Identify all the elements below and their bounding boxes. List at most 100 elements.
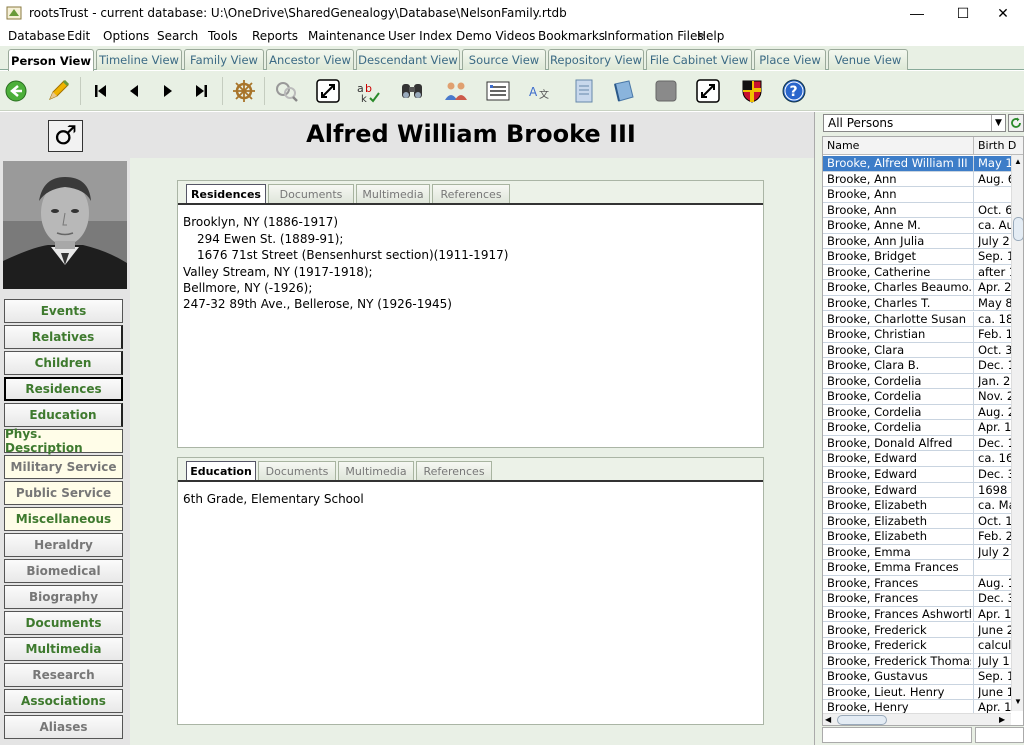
list-item[interactable]: Brooke, Edward ca. 16 xyxy=(823,451,1011,467)
refresh-icon[interactable] xyxy=(1008,114,1024,132)
list-item[interactable]: Brooke, Ann Julia July 2 xyxy=(823,233,1011,250)
person-filter-select[interactable]: All Persons ▼ xyxy=(823,114,1006,132)
document-icon[interactable] xyxy=(568,75,600,107)
nav-research[interactable]: Research xyxy=(4,663,123,687)
scroll-down-icon[interactable]: ▼ xyxy=(1014,697,1022,706)
list-item[interactable]: Brooke, Lieut. Henry June 1 xyxy=(823,684,1011,701)
list-item[interactable]: Brooke, Frederick June 2 xyxy=(823,622,1011,638)
scroll-thumb[interactable] xyxy=(1013,217,1023,241)
list-item[interactable]: Brooke, Clara Oct. 3 xyxy=(823,342,1011,359)
nav-phys-description[interactable]: Phys. Description xyxy=(4,427,123,455)
nav-documents[interactable]: Documents xyxy=(4,611,123,635)
list-item[interactable]: Brooke, Christian Feb. 1 xyxy=(823,327,1011,343)
vertical-scrollbar[interactable]: ▲ ▼ xyxy=(1011,155,1023,711)
tab-ancestor-view[interactable]: Ancestor View xyxy=(266,49,354,70)
shield-icon[interactable] xyxy=(736,75,768,107)
column-header-name[interactable]: Name xyxy=(827,139,859,152)
tab-family-view[interactable]: Family View xyxy=(184,49,264,70)
ship-wheel-icon[interactable] xyxy=(228,75,260,107)
list-item[interactable]: Brooke, Edward Dec. 3 xyxy=(823,467,1011,483)
nav-relatives[interactable]: Relatives xyxy=(4,325,123,349)
list-item[interactable]: Brooke, Emma Frances xyxy=(823,560,1011,576)
menu-options[interactable]: Options xyxy=(103,29,149,43)
menu-reports[interactable]: Reports xyxy=(252,29,298,43)
horizontal-scrollbar[interactable]: ◀ ▶ xyxy=(823,713,1011,725)
menu-help[interactable]: Help xyxy=(697,29,724,43)
spellcheck-icon[interactable]: abk xyxy=(352,75,384,107)
nav-aliases[interactable]: Aliases xyxy=(4,715,123,739)
nav-multimedia[interactable]: Multimedia xyxy=(4,637,123,661)
tab-place-view[interactable]: Place View xyxy=(754,49,826,70)
menu-demo-videos[interactable]: Demo Videos xyxy=(456,29,535,43)
nav-military-service[interactable]: Military Service xyxy=(4,455,123,479)
list-item[interactable]: Brooke, Elizabeth Oct. 1 xyxy=(823,513,1011,530)
list-item[interactable]: Brooke, Charles Beaumo... Apr. 2 xyxy=(823,280,1011,296)
sex-male-icon[interactable]: ♂ xyxy=(48,120,83,152)
expand-icon[interactable] xyxy=(312,75,344,107)
tab-timeline-view[interactable]: Timeline View xyxy=(96,49,182,70)
list-item[interactable]: Brooke, Elizabeth ca. Ma xyxy=(823,498,1011,514)
translate-icon[interactable]: A文 xyxy=(524,75,556,107)
nav-associations[interactable]: Associations xyxy=(4,689,123,713)
list-item[interactable]: Brooke, Frances Aug. 1 xyxy=(823,575,1011,592)
pencil-icon[interactable] xyxy=(42,75,74,107)
hscroll-thumb[interactable] xyxy=(837,715,887,725)
residences-text[interactable]: Brooklyn, NY (1886-1917) 294 Ewen St. (1… xyxy=(178,203,763,447)
list-item[interactable]: Brooke, Frances Ashworth Apr. 1 xyxy=(823,606,1011,623)
education-text[interactable]: 6th Grade, Elementary School xyxy=(178,480,763,724)
person-photo[interactable] xyxy=(3,161,127,289)
nav-miscellaneous[interactable]: Miscellaneous xyxy=(4,507,123,531)
list-item[interactable]: Brooke, Frances Dec. 3 xyxy=(823,591,1011,607)
nav-residences[interactable]: Residences xyxy=(4,377,123,401)
close-button[interactable]: ✕ xyxy=(980,0,1024,26)
first-record-icon[interactable] xyxy=(84,75,116,107)
menu-information-files[interactable]: Information Files xyxy=(604,29,704,43)
list-item[interactable]: Brooke, Frederick calcul xyxy=(823,638,1011,654)
help-icon[interactable]: ? xyxy=(778,75,810,107)
tab-venue-view[interactable]: Venue View xyxy=(828,49,908,70)
list-item[interactable]: Brooke, Frederick Thomas July 1 xyxy=(823,653,1011,670)
tab-person-view[interactable]: Person View xyxy=(8,49,94,71)
list-item[interactable]: Brooke, Cordelia Apr. 1 xyxy=(823,420,1011,436)
column-header-birth[interactable]: Birth D xyxy=(978,139,1016,152)
nav-events[interactable]: Events xyxy=(4,299,123,323)
list-item[interactable]: Brooke, Elizabeth Feb. 2 xyxy=(823,529,1011,545)
menu-database[interactable]: Database xyxy=(8,29,65,43)
list-item[interactable]: Brooke, Edward 1698 xyxy=(823,482,1011,499)
list-item[interactable]: Brooke, Emma July 2 xyxy=(823,544,1011,561)
binoculars-icon[interactable] xyxy=(396,75,428,107)
tab-file-cabinet-view[interactable]: File Cabinet View xyxy=(646,49,752,70)
scroll-right-icon[interactable]: ▶ xyxy=(999,715,1005,724)
scroll-left-icon[interactable]: ◀ xyxy=(825,715,831,724)
list-item[interactable]: Brooke, Ann Aug. 6 xyxy=(823,171,1011,188)
nav-biomedical[interactable]: Biomedical xyxy=(4,559,123,583)
list-item[interactable]: Brooke, Catherine after 1 xyxy=(823,264,1011,281)
list-item[interactable]: Brooke, Ann Oct. 6 xyxy=(823,202,1011,219)
list-item[interactable]: Brooke, Cordelia Aug. 2 xyxy=(823,404,1011,421)
gray-square-icon[interactable] xyxy=(650,75,682,107)
chevron-down-icon[interactable]: ▼ xyxy=(991,115,1005,131)
nav-education[interactable]: Education xyxy=(4,403,123,427)
list-item[interactable]: Brooke, Bridget Sep. 1 xyxy=(823,249,1011,265)
menu-edit[interactable]: Edit xyxy=(67,29,90,43)
tab-source-view[interactable]: Source View xyxy=(462,49,546,70)
menu-bookmarks[interactable]: Bookmarks xyxy=(538,29,605,43)
list-icon[interactable] xyxy=(482,75,514,107)
tab-multimedia[interactable]: Multimedia xyxy=(338,461,414,480)
tab-references[interactable]: References xyxy=(416,461,492,480)
list-item[interactable]: Brooke, Alfred William III May 1 xyxy=(823,156,1011,172)
tab-residences[interactable]: Residences xyxy=(186,184,266,203)
list-item[interactable]: Brooke, Gustavus Sep. 1 xyxy=(823,669,1011,685)
tab-references[interactable]: References xyxy=(432,184,510,203)
minimize-button[interactable]: — xyxy=(894,0,940,26)
last-record-icon[interactable] xyxy=(186,75,218,107)
fullscreen-icon[interactable] xyxy=(692,75,724,107)
previous-record-icon[interactable] xyxy=(118,75,150,107)
people-icon[interactable] xyxy=(440,75,472,107)
list-item[interactable]: Brooke, Donald Alfred Dec. 1 xyxy=(823,435,1011,452)
list-item[interactable]: Brooke, Charles T. May 8 xyxy=(823,295,1011,312)
book-icon[interactable] xyxy=(608,75,640,107)
nav-heraldry[interactable]: Heraldry xyxy=(4,533,123,557)
tab-documents[interactable]: Documents xyxy=(268,184,354,203)
list-item[interactable]: Brooke, Cordelia Nov. 2 xyxy=(823,389,1011,405)
